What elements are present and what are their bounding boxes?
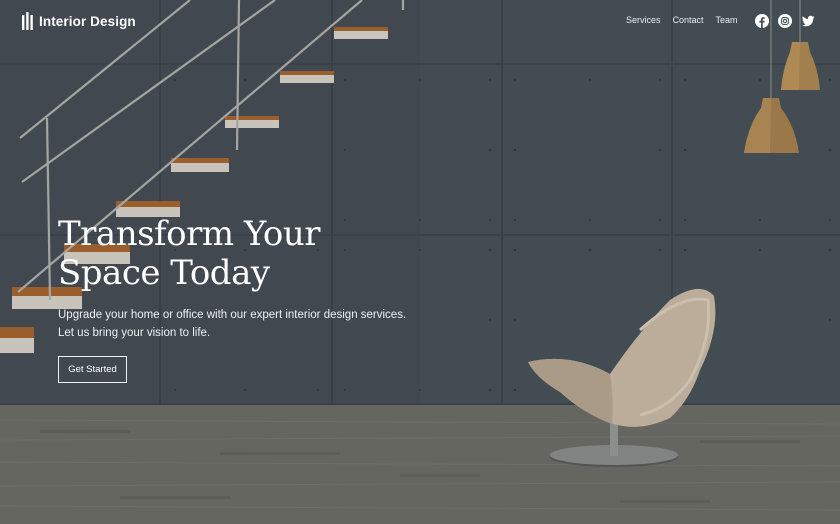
hero-title: Transform Your Space Today (58, 214, 321, 293)
get-started-button[interactable]: Get Started (58, 356, 127, 383)
nav-link-services[interactable]: Services (626, 15, 661, 25)
hero-section: Interior Design Services Contact Team Tr… (0, 0, 840, 524)
hero-title-line-1: Transform Your (58, 214, 321, 254)
hero-subtitle-line-1: Upgrade your home or office with our exp… (58, 309, 407, 321)
top-navigation-bar: Interior Design Services Contact Team (0, 0, 840, 44)
instagram-icon[interactable] (778, 13, 792, 28)
nav-link-contact[interactable]: Contact (673, 15, 704, 25)
bars-logo-icon (22, 12, 33, 30)
facebook-icon[interactable] (755, 13, 769, 28)
main-nav: Services Contact Team (626, 15, 738, 25)
hero-subtitle: Upgrade your home or office with our exp… (58, 307, 406, 342)
hero-subtitle-line-2: Let us bring your vision to life. (58, 326, 211, 339)
hero-title-line-2: Space Today (58, 253, 270, 293)
twitter-icon[interactable] (801, 13, 815, 27)
brand-logo-link[interactable]: Interior Design (22, 12, 136, 30)
nav-link-team[interactable]: Team (716, 15, 738, 25)
brand-name: Interior Design (39, 13, 136, 29)
social-links (755, 13, 815, 28)
